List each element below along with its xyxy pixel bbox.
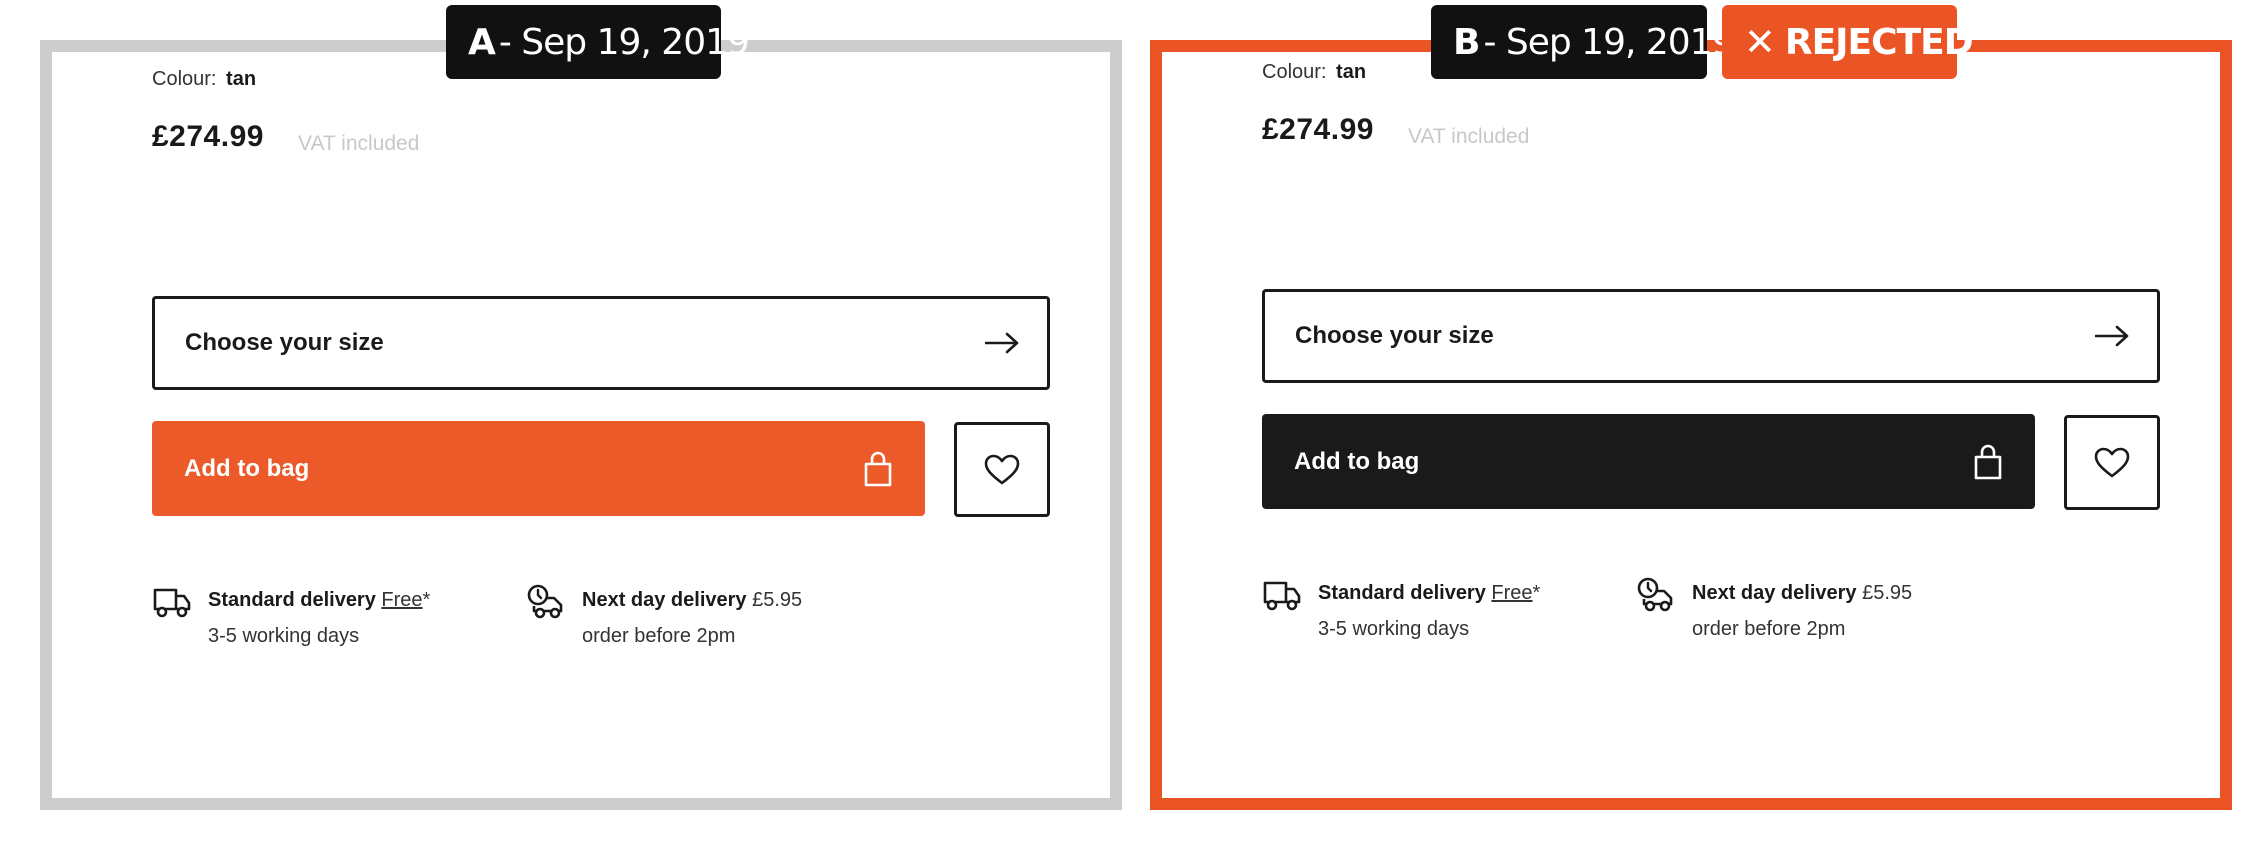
- add-to-bag-button[interactable]: Add to bag: [1262, 414, 2035, 509]
- add-to-bag-button[interactable]: Add to bag: [152, 421, 925, 516]
- colour-value: tan: [1336, 61, 1367, 83]
- variant-b-tag: B - Sep 19, 2019: [1431, 5, 1735, 79]
- standard-delivery-detail: 3-5 working days: [208, 625, 360, 647]
- standard-delivery-info: Standard delivery Free* 3-5 working days: [1262, 575, 1540, 647]
- vat-note: VAT included: [298, 132, 420, 155]
- product-details: Colour: tan £274.99 VAT included Choose …: [152, 52, 1052, 798]
- next-day-price: £5.95: [752, 589, 803, 611]
- arrow-right-icon: [2095, 325, 2129, 347]
- rejected-badge: ✕ REJECTED: [1722, 5, 1974, 79]
- wishlist-button[interactable]: [2064, 415, 2160, 510]
- next-day-price: £5.95: [1862, 582, 1913, 604]
- variant-b-panel: Colour: tan £274.99 VAT included Choose …: [1150, 40, 2232, 810]
- next-day-delivery-detail: order before 2pm: [1692, 618, 1846, 640]
- choose-size-button[interactable]: Choose your size: [1262, 289, 2160, 383]
- variant-b-letter: B: [1453, 21, 1480, 63]
- free-link[interactable]: Free: [1491, 582, 1532, 604]
- next-day-delivery-text: Next day delivery £5.95 order before 2pm: [582, 582, 802, 654]
- express-truck-icon: [1637, 577, 1673, 612]
- colour-label: Colour:: [1262, 61, 1327, 83]
- arrow-right-icon: [985, 332, 1019, 354]
- variant-b-date: - Sep 19, 2019: [1483, 21, 1734, 63]
- standard-delivery-title: Standard delivery: [208, 589, 376, 611]
- colour-label: Colour:: [152, 68, 217, 90]
- variant-a-tag: A - Sep 19, 2019: [446, 5, 750, 79]
- next-day-delivery-text: Next day delivery £5.95 order before 2pm: [1692, 575, 1912, 647]
- next-day-delivery-info: Next day delivery £5.95 order before 2pm: [1636, 575, 1912, 647]
- heart-icon: [2094, 447, 2130, 477]
- standard-delivery-text: Standard delivery Free* 3-5 working days: [1318, 575, 1540, 647]
- price: £274.99: [152, 120, 264, 153]
- price: £274.99: [1262, 113, 1374, 146]
- next-day-delivery-title: Next day delivery: [582, 589, 747, 611]
- vat-note: VAT included: [1408, 125, 1530, 148]
- next-day-delivery-info: Next day delivery £5.95 order before 2pm: [526, 582, 802, 654]
- add-to-bag-label: Add to bag: [184, 454, 310, 482]
- add-to-bag-label: Add to bag: [1294, 447, 1420, 475]
- close-icon: ✕: [1744, 20, 1776, 64]
- shopping-bag-icon: [1974, 444, 2002, 479]
- choose-size-label: Choose your size: [1295, 322, 1494, 349]
- standard-delivery-detail: 3-5 working days: [1318, 618, 1470, 640]
- colour-info: Colour: tan: [1262, 61, 1366, 84]
- heart-icon: [984, 454, 1020, 484]
- standard-delivery-info: Standard delivery Free* 3-5 working days: [152, 582, 430, 654]
- colour-info: Colour: tan: [152, 68, 256, 91]
- variant-a-panel: Colour: tan £274.99 VAT included Choose …: [40, 40, 1122, 810]
- variant-a-date: - Sep 19, 2019: [498, 21, 750, 63]
- shopping-bag-icon: [864, 451, 892, 486]
- asterisk: *: [422, 589, 431, 611]
- product-details: Colour: tan £274.99 VAT included Choose …: [1262, 45, 2162, 791]
- rejected-label: REJECTED: [1784, 21, 1974, 63]
- colour-value: tan: [226, 68, 257, 90]
- standard-delivery-title: Standard delivery: [1318, 582, 1486, 604]
- standard-delivery-text: Standard delivery Free* 3-5 working days: [208, 582, 430, 654]
- next-day-delivery-title: Next day delivery: [1692, 582, 1857, 604]
- express-truck-icon: [527, 584, 563, 619]
- choose-size-label: Choose your size: [185, 329, 384, 356]
- truck-icon: [1263, 581, 1301, 611]
- free-link[interactable]: Free: [381, 589, 422, 611]
- truck-icon: [153, 588, 191, 618]
- next-day-delivery-detail: order before 2pm: [582, 625, 736, 647]
- wishlist-button[interactable]: [954, 422, 1050, 517]
- variant-a-letter: A: [468, 21, 496, 63]
- choose-size-button[interactable]: Choose your size: [152, 296, 1050, 390]
- asterisk: *: [1532, 582, 1541, 604]
